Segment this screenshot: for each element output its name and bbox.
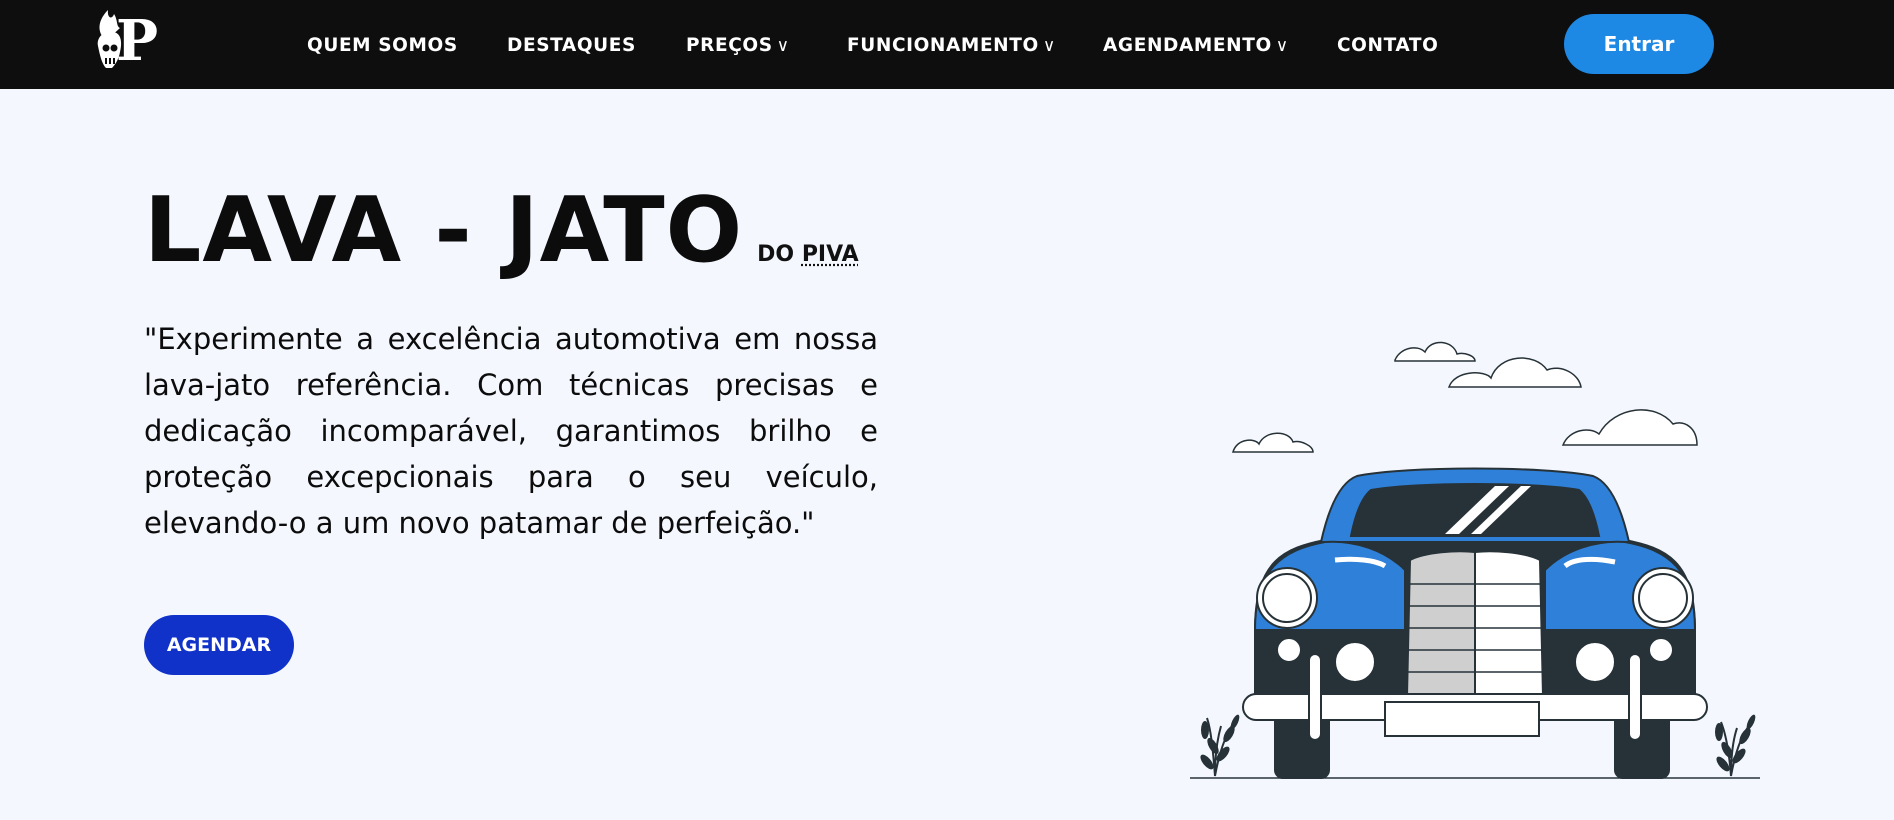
enter-button[interactable]: Entrar <box>1564 14 1714 74</box>
nav-item-label: PREÇOS <box>686 35 773 56</box>
hero-subtitle-prefix: DO <box>757 242 795 267</box>
nav-item-agendamento[interactable]: AGENDAMENTO ∨ <box>1103 35 1289 56</box>
chevron-down-icon: ∨ <box>776 36 790 56</box>
nav-item-contato[interactable]: CONTATO <box>1337 35 1438 56</box>
nav-item-label: DESTAQUES <box>507 35 636 56</box>
car-icon <box>1242 467 1708 779</box>
hero-title-main: LAVA - JATO <box>144 178 744 283</box>
chevron-down-icon: ∨ <box>1042 36 1056 56</box>
nav-item-quem-somos[interactable]: QUEM SOMOS <box>307 35 458 56</box>
agendar-button[interactable]: AGENDAR <box>144 615 294 675</box>
hero-title-subtitle: DO PIVA <box>757 242 859 267</box>
nav-item-label: AGENDAMENTO <box>1103 35 1272 56</box>
hero-title: LAVA - JATO DO PIVA <box>144 186 859 276</box>
chevron-down-icon: ∨ <box>1275 36 1289 56</box>
nav-item-precos[interactable]: PREÇOS ∨ <box>686 35 790 56</box>
nav-item-label: CONTATO <box>1337 35 1439 56</box>
nav-item-label: FUNCIONAMENTO <box>847 35 1039 56</box>
nav-item-label: QUEM SOMOS <box>307 35 458 56</box>
cloud-icon <box>1232 341 1698 453</box>
nav-item-destaques[interactable]: DESTAQUES <box>507 35 636 56</box>
hero-description: "Experimente a excelência automotiva em … <box>144 322 878 540</box>
nav-item-funcionamento[interactable]: FUNCIONAMENTO ∨ <box>847 35 1056 56</box>
hero-subtitle-name: PIVA <box>801 242 859 267</box>
navbar: P QUEM SOMOS DESTAQUES PREÇOS ∨ FUNCIONAM… <box>0 0 1894 89</box>
vintage-car-illustration <box>1185 330 1765 790</box>
